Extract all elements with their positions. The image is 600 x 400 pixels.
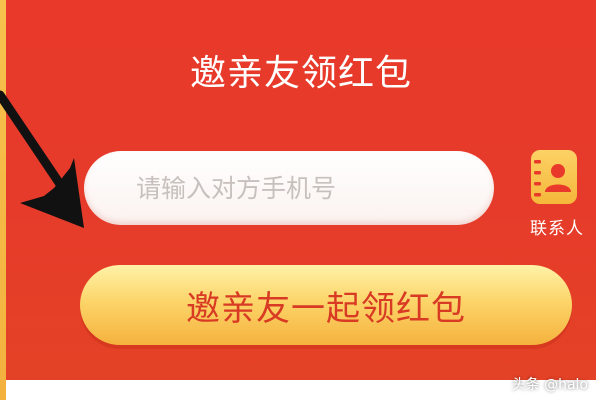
contacts-button[interactable]: 联系人 — [521, 150, 591, 242]
contact-book-icon — [531, 150, 577, 204]
phone-number-input[interactable] — [84, 151, 494, 225]
panel-title: 邀亲友领红包 — [189, 53, 412, 94]
watermark: 头条 @halo — [511, 377, 588, 393]
screen: 邀亲友领红包 联系人 邀亲友一起领红包 头条 @halo — [0, 0, 600, 400]
right-edge-gap — [596, 0, 600, 400]
invite-friends-button[interactable]: 邀亲友一起领红包 — [80, 265, 572, 345]
contacts-label: 联系人 — [530, 219, 584, 239]
